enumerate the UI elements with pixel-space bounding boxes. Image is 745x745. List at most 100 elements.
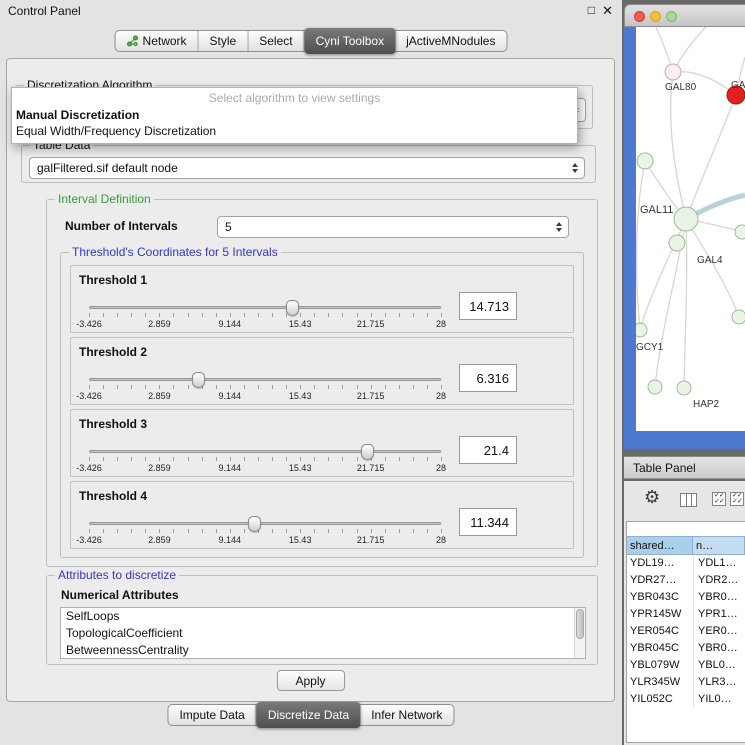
float-window-icon[interactable]: □ (588, 3, 595, 17)
network-node-label: HAP2 (693, 399, 720, 410)
slider-tick (202, 457, 203, 461)
mac-minimize-button[interactable] (650, 11, 661, 22)
slider-tick (342, 457, 343, 461)
apply-button[interactable]: Apply (276, 670, 344, 691)
cyni-toolbox-panel: Discretization Algorithm Select algorith… (6, 58, 615, 702)
network-node-green[interactable] (735, 225, 745, 239)
tab-cyni-toolbox[interactable]: Cyni Toolbox (305, 28, 395, 54)
table-panel-titlebar[interactable]: Table Panel (624, 456, 745, 479)
algorithm-option[interactable]: Manual Discretization (12, 107, 577, 123)
tab-select[interactable]: Select (248, 31, 304, 51)
network-edge[interactable] (637, 161, 645, 330)
list-scrollbar[interactable] (574, 608, 585, 658)
table-data-combobox[interactable]: galFiltered.sif default node (29, 157, 585, 179)
select-all-checkboxes-icon[interactable] (712, 492, 726, 506)
column-header-shared-name[interactable]: shared… (627, 536, 693, 555)
network-window-titlebar[interactable] (624, 4, 745, 27)
slider-tick (286, 457, 287, 461)
columns-icon[interactable] (680, 493, 697, 507)
table-row[interactable]: YIL052CYIL0… (627, 691, 745, 708)
tab-jactivemnodules[interactable]: jActiveMNodules (395, 31, 506, 51)
slider-track (89, 306, 441, 309)
network-edge[interactable] (686, 219, 739, 317)
slider-scale-label: 15.43 (289, 463, 312, 473)
network-edge[interactable] (671, 72, 686, 219)
numerical-attributes-list[interactable]: SelfLoopsTopologicalCoefficientBetweenne… (60, 607, 586, 659)
threshold-value-field[interactable]: 6.316 (459, 364, 517, 392)
network-node-label: GCY1 (636, 342, 664, 353)
slider-tick (89, 313, 90, 317)
threshold-slider[interactable]: -3.4262.8599.14415.4321.71528 (89, 372, 441, 404)
table-row[interactable]: YBR043CYBR0… (627, 589, 745, 606)
table-row[interactable]: YLR345WYLR3… (627, 674, 745, 691)
table-row[interactable]: YDR27…YDR2… (627, 572, 745, 589)
scrollbar-thumb[interactable] (576, 609, 584, 639)
threshold-panel: Threshold 2-3.4262.8599.14415.4321.71528… (70, 337, 574, 405)
table-row[interactable]: YBR045CYBR0… (627, 640, 745, 657)
tab-infer-network[interactable]: Infer Network (360, 705, 453, 725)
attribute-list-item[interactable]: BetweennessCentrality (61, 642, 585, 659)
network-node-green[interactable] (648, 380, 662, 394)
slider-tick (159, 457, 160, 461)
table-row[interactable]: YBL079WYBL0… (627, 657, 745, 674)
threshold-label: Threshold 4 (79, 489, 147, 503)
mac-zoom-button[interactable] (666, 11, 677, 22)
deselect-checkboxes-icon[interactable] (730, 492, 744, 506)
network-graph: GAL80GAGAL11GAL4GCY1HAP2 (636, 27, 745, 431)
slider-thumb[interactable] (286, 300, 299, 316)
tab-style[interactable]: Style (199, 31, 249, 51)
threshold-value-field[interactable]: 21.4 (459, 436, 517, 464)
slider-tick (357, 457, 358, 461)
slider-scale-label: -3.426 (76, 319, 102, 329)
table-scrollpane[interactable]: shared… n… YDL19…YDL1…YDR27…YDR2…YBR043C… (626, 521, 745, 743)
table-row[interactable]: YPR145WYPR1… (627, 606, 745, 623)
attribute-list-item[interactable]: SelfLoops (61, 608, 585, 625)
threshold-slider[interactable]: -3.4262.8599.14415.4321.71528 (89, 516, 441, 548)
network-canvas[interactable]: GAL80GAGAL11GAL4GCY1HAP2 (636, 27, 745, 431)
network-view-frame: GAL80GAGAL11GAL4GCY1HAP2 (624, 27, 745, 449)
mac-close-button[interactable] (634, 11, 645, 22)
slider-thumb[interactable] (248, 516, 261, 532)
network-node-label: GA (731, 80, 745, 91)
slider-tick (131, 529, 132, 533)
column-header-name[interactable]: n… (693, 536, 745, 555)
tab-impute-data[interactable]: Impute Data (168, 705, 256, 725)
attribute-list-item[interactable]: TopologicalCoefficient (61, 625, 585, 642)
slider-tick (216, 313, 217, 317)
tab-discretize-data[interactable]: Discretize Data (257, 702, 360, 728)
slider-tick (131, 457, 132, 461)
tab-network[interactable]: Network (116, 31, 199, 51)
table-row[interactable]: YDL19…YDL1… (627, 555, 745, 572)
slider-tick (328, 385, 329, 389)
threshold-slider[interactable]: -3.4262.8599.14415.4321.71528 (89, 300, 441, 332)
table-row[interactable]: YER054CYER0… (627, 623, 745, 640)
number-of-intervals-combobox[interactable]: 5 (217, 216, 569, 238)
threshold-slider[interactable]: -3.4262.8599.14415.4321.71528 (89, 444, 441, 476)
gear-icon[interactable]: ⚙ (644, 487, 660, 508)
network-node-green[interactable] (669, 235, 685, 251)
interval-definition-group: Interval Definition Number of Intervals … (46, 199, 598, 567)
network-node-pink[interactable] (665, 64, 681, 80)
tab-label: Discretize Data (268, 708, 349, 722)
slider-tick (230, 313, 231, 317)
slider-tick (427, 313, 428, 317)
slider-tick (357, 529, 358, 533)
threshold-value-field[interactable]: 11.344 (459, 508, 517, 536)
table-panel-window: ⚙ shared… n… YDL19…YDL1…YDR27…YDR2…YBR04… (624, 481, 745, 745)
network-node-green[interactable] (674, 207, 698, 231)
table-cell: YPR1… (693, 606, 745, 623)
network-node-green[interactable] (732, 310, 745, 324)
slider-thumb[interactable] (361, 444, 374, 460)
network-node-green[interactable] (636, 323, 647, 337)
table-cell: YIL052C (627, 691, 693, 708)
slider-thumb[interactable] (192, 372, 205, 388)
slider-scale-label: 15.43 (289, 319, 312, 329)
close-icon[interactable]: ✕ (602, 3, 613, 19)
algorithm-option[interactable]: Equal Width/Frequency Discretization (12, 123, 577, 139)
threshold-value-field[interactable]: 14.713 (459, 292, 517, 320)
slider-tick (314, 457, 315, 461)
slider-tick (188, 529, 189, 533)
slider-tick (427, 457, 428, 461)
network-node-green[interactable] (637, 153, 653, 169)
network-node-green[interactable] (677, 381, 691, 395)
